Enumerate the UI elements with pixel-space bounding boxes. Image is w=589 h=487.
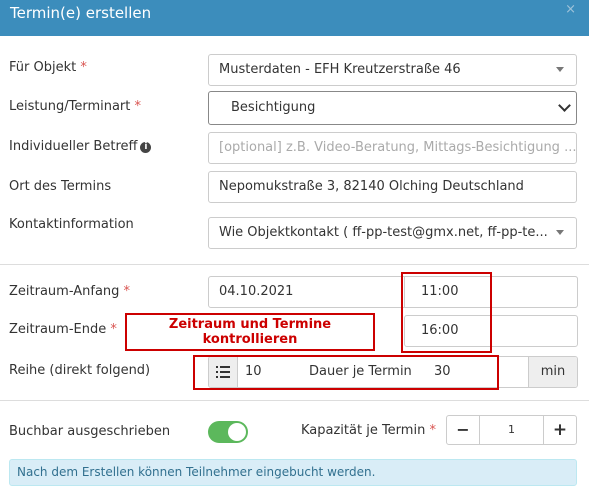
annotation-box-times <box>401 272 492 353</box>
kontakt-select[interactable]: Wie Objektkontakt ( ff-pp-test@gmx.net, … <box>208 217 577 249</box>
label-kontakt: Kontaktinformation <box>9 217 134 232</box>
toggle-knob <box>228 423 246 441</box>
label-buchbar: Buchbar ausgeschrieben <box>9 424 171 439</box>
betreff-input[interactable]: [optional] z.B. Video-Beratung, Mittags-… <box>208 132 577 164</box>
label-kapazitaet: Kapazität je Termin * <box>301 423 436 438</box>
info-circle-icon[interactable]: i <box>140 142 152 153</box>
betreff-placeholder: [optional] z.B. Video-Beratung, Mittags-… <box>219 140 577 155</box>
minus-button[interactable]: − <box>446 415 480 445</box>
leistung-select[interactable]: Besichtigung <box>208 91 577 125</box>
leistung-value: Besichtigung <box>231 100 316 115</box>
close-icon[interactable]: × <box>565 2 576 17</box>
objekt-select[interactable]: Musterdaten - EFH Kreutzerstraße 46 <box>208 54 577 86</box>
annotation-line-1: Zeitraum und Termine <box>168 317 332 332</box>
ort-input[interactable]: Nepomukstraße 3, 82140 Olching Deutschla… <box>208 171 577 203</box>
annotation-text: Zeitraum und Termine kontrollieren <box>127 317 373 347</box>
plus-button[interactable]: + <box>543 415 577 445</box>
chevron-down-icon <box>558 99 571 112</box>
caret-down-icon <box>556 230 564 235</box>
dialog-header: Termin(e) erstellen × <box>0 0 589 36</box>
label-ort: Ort des Termins <box>9 179 112 194</box>
info-notice: Nach dem Erstellen können Teilnehmer ein… <box>9 459 577 486</box>
label-betreff: Individueller Betreff i <box>9 139 152 154</box>
kontakt-value: Wie Objektkontakt ( ff-pp-test@gmx.net, … <box>219 225 548 240</box>
annotation-line-2: kontrollieren <box>202 332 298 347</box>
caret-down-icon <box>556 67 564 72</box>
ort-value: Nepomukstraße 3, 82140 Olching Deutschla… <box>219 179 524 194</box>
anfang-date: 04.10.2021 <box>219 284 294 299</box>
dialog-title: Termin(e) erstellen <box>10 4 152 22</box>
objekt-value: Musterdaten - EFH Kreutzerstraße 46 <box>219 62 461 77</box>
label-objekt: Für Objekt * <box>9 60 87 75</box>
buchbar-toggle[interactable] <box>208 421 248 443</box>
label-ende: Zeitraum-Ende * <box>9 322 117 337</box>
label-leistung: Leistung/Terminart * <box>9 99 142 114</box>
label-anfang: Zeitraum-Anfang * <box>9 284 131 299</box>
unit-addon: min <box>528 357 577 387</box>
annotation-box-reihe <box>193 355 499 390</box>
kapazitaet-input[interactable]: 1 <box>479 415 544 445</box>
divider <box>0 400 589 401</box>
label-reihe: Reihe (direkt folgend) <box>9 363 151 378</box>
divider <box>0 264 589 265</box>
